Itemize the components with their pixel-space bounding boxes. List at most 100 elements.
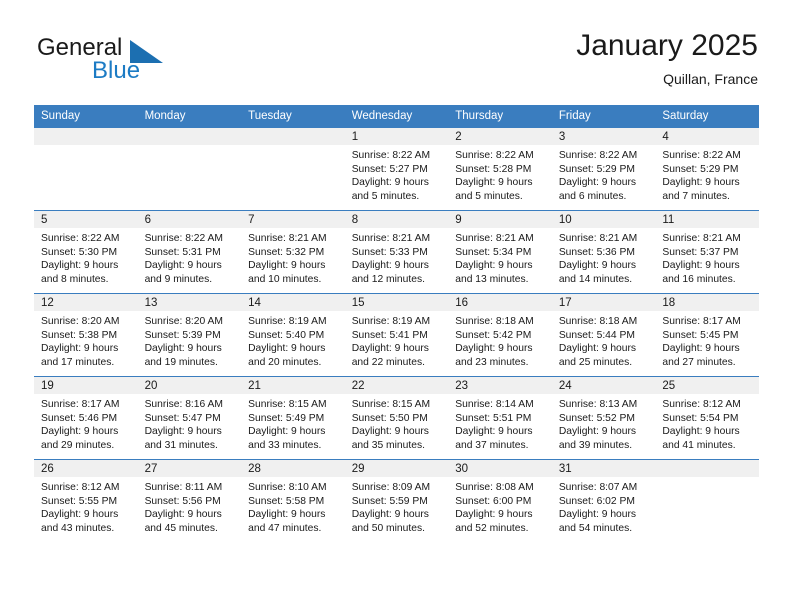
sunset-text: Sunset: 5:40 PM [248, 329, 325, 341]
calendar-day-cell[interactable]: 2 Sunrise: 8:22 AM Sunset: 5:28 PM Daylight… [448, 127, 552, 211]
calendar-day-cell[interactable]: 15 Sunrise: 8:19 AM Sunset: 5:41 PM Dayligh… [344, 293, 449, 377]
daylight-text: Daylight: 9 hours and 22 minutes. [351, 343, 429, 368]
day-number: 14 [241, 294, 345, 311]
day-number: 11 [655, 211, 759, 228]
calendar-day-cell[interactable]: 28 Sunrise: 8:10 AM Sunset: 5:58 PM Dayligh… [241, 459, 345, 542]
day-number: 3 [551, 128, 656, 145]
calendar-day-cell[interactable]: 31 Sunrise: 8:07 AM Sunset: 6:02 PM Dayligh… [551, 459, 656, 542]
calendar-day-cell[interactable]: 12 Sunrise: 8:20 AM Sunset: 5:38 PM Dayligh… [34, 293, 138, 377]
daylight-text: Daylight: 9 hours and 8 minutes. [41, 260, 119, 285]
sunrise-text: Sunrise: 8:22 AM [41, 233, 120, 244]
weekday-header: Sunday Monday Tuesday Wednesday Thursday Frid… [34, 105, 759, 128]
day-number: 8 [344, 211, 449, 228]
day-number: 5 [34, 211, 138, 228]
daylight-text: Daylight: 9 hours and 35 minutes. [351, 426, 429, 451]
day-details: Sunrise: 8:21 AM Sunset: 5:33 PM Daylight:… [345, 228, 449, 286]
sunrise-text: Sunrise: 8:22 AM [144, 233, 223, 244]
day-details: Sunrise: 8:18 AM Sunset: 5:44 PM Daylight:… [552, 311, 656, 369]
weekday-header-tuesday: Tuesday [241, 105, 345, 128]
sunset-text: Sunset: 5:28 PM [455, 163, 532, 175]
calendar-cell-empty [655, 459, 759, 542]
day-number: 13 [137, 294, 242, 311]
sunset-text: Sunset: 5:56 PM [144, 495, 221, 507]
sunrise-text: Sunrise: 8:18 AM [558, 316, 638, 327]
day-number-bar [34, 128, 138, 145]
sunset-text: Sunset: 5:44 PM [558, 329, 635, 341]
day-details: Sunrise: 8:20 AM Sunset: 5:38 PM Daylight:… [34, 311, 138, 369]
calendar-day-cell[interactable]: 24 Sunrise: 8:13 AM Sunset: 5:52 PM Dayligh… [551, 376, 656, 460]
sunrise-text: Sunrise: 8:17 AM [662, 316, 741, 327]
daylight-text: Daylight: 9 hours and 9 minutes. [144, 260, 222, 285]
calendar-day-cell[interactable]: 8 Sunrise: 8:21 AM Sunset: 5:33 PM Daylight… [344, 210, 449, 294]
daylight-text: Daylight: 9 hours and 7 minutes. [662, 177, 740, 202]
calendar-day-cell[interactable]: 16 Sunrise: 8:18 AM Sunset: 5:42 PM Dayligh… [448, 293, 552, 377]
calendar-cell-empty [241, 127, 345, 211]
calendar-day-cell[interactable]: 9 Sunrise: 8:21 AM Sunset: 5:34 PM Daylight… [448, 210, 552, 294]
sunset-text: Sunset: 5:49 PM [248, 412, 325, 424]
calendar-day-cell[interactable]: 7 Sunrise: 8:21 AM Sunset: 5:32 PM Daylight… [241, 210, 345, 294]
calendar-day-cell[interactable]: 20 Sunrise: 8:16 AM Sunset: 5:47 PM Dayligh… [137, 376, 242, 460]
calendar-page: General Blue January 2025 Quillan, Franc… [0, 0, 792, 612]
daylight-text: Daylight: 9 hours and 10 minutes. [248, 260, 326, 285]
calendar-day-cell[interactable]: 25 Sunrise: 8:12 AM Sunset: 5:54 PM Dayligh… [655, 376, 759, 460]
day-number: 15 [344, 294, 449, 311]
calendar-day-cell[interactable]: 19 Sunrise: 8:17 AM Sunset: 5:46 PM Dayligh… [34, 376, 138, 460]
day-details: Sunrise: 8:22 AM Sunset: 5:30 PM Daylight:… [34, 228, 138, 286]
calendar-day-cell[interactable]: 23 Sunrise: 8:14 AM Sunset: 5:51 PM Dayligh… [448, 376, 552, 460]
calendar-day-cell[interactable]: 22 Sunrise: 8:15 AM Sunset: 5:50 PM Dayligh… [344, 376, 449, 460]
sunset-text: Sunset: 5:58 PM [248, 495, 325, 507]
daylight-text: Daylight: 9 hours and 52 minutes. [455, 509, 533, 534]
calendar-day-cell[interactable]: 29 Sunrise: 8:09 AM Sunset: 5:59 PM Dayligh… [344, 459, 449, 542]
day-details: Sunrise: 8:12 AM Sunset: 5:54 PM Daylight:… [655, 394, 759, 452]
sunset-text: Sunset: 5:52 PM [558, 412, 635, 424]
calendar-day-cell[interactable]: 18 Sunrise: 8:17 AM Sunset: 5:45 PM Dayligh… [655, 293, 759, 377]
daylight-text: Daylight: 9 hours and 25 minutes. [558, 343, 637, 368]
calendar-day-cell[interactable]: 26 Sunrise: 8:12 AM Sunset: 5:55 PM Dayligh… [34, 459, 138, 542]
daylight-text: Daylight: 9 hours and 19 minutes. [144, 343, 222, 368]
calendar-day-cell[interactable]: 6 Sunrise: 8:22 AM Sunset: 5:31 PM Daylight… [137, 210, 242, 294]
calendar-day-cell[interactable]: 13 Sunrise: 8:20 AM Sunset: 5:39 PM Dayligh… [137, 293, 242, 377]
sunrise-text: Sunrise: 8:10 AM [248, 482, 327, 493]
daylight-text: Daylight: 9 hours and 39 minutes. [558, 426, 637, 451]
day-details: Sunrise: 8:21 AM Sunset: 5:37 PM Daylight:… [655, 228, 759, 286]
day-number-bar [137, 128, 242, 145]
sunrise-text: Sunrise: 8:21 AM [455, 233, 534, 244]
calendar-day-cell[interactable]: 5 Sunrise: 8:22 AM Sunset: 5:30 PM Daylight… [34, 210, 138, 294]
sunset-text: Sunset: 5:51 PM [455, 412, 532, 424]
brand-logo[interactable]: General Blue [34, 28, 274, 88]
day-details: Sunrise: 8:15 AM Sunset: 5:50 PM Daylight:… [345, 394, 449, 452]
sunrise-text: Sunrise: 8:17 AM [41, 399, 120, 410]
sunset-text: Sunset: 5:46 PM [41, 412, 118, 424]
calendar-cell-empty [137, 127, 242, 211]
weekday-header-monday: Monday [137, 105, 242, 128]
day-number: 4 [655, 128, 759, 145]
sunrise-text: Sunrise: 8:20 AM [41, 316, 120, 327]
calendar-body: 1 Sunrise: 8:22 AM Sunset: 5:27 PM Daylight… [34, 127, 759, 542]
sunrise-sunset-calendar: Sunday Monday Tuesday Wednesday Thursday Frid… [34, 105, 759, 542]
calendar-day-cell[interactable]: 3 Sunrise: 8:22 AM Sunset: 5:29 PM Daylight… [551, 127, 656, 211]
day-number: 1 [344, 128, 449, 145]
calendar-day-cell[interactable]: 17 Sunrise: 8:18 AM Sunset: 5:44 PM Dayligh… [551, 293, 656, 377]
day-number: 12 [34, 294, 138, 311]
calendar-day-cell[interactable]: 30 Sunrise: 8:08 AM Sunset: 6:00 PM Dayligh… [448, 459, 552, 542]
day-number: 21 [241, 377, 345, 394]
daylight-text: Daylight: 9 hours and 12 minutes. [351, 260, 429, 285]
page-title: January 2025 [576, 29, 758, 62]
weekday-header-saturday: Saturday [655, 105, 759, 128]
sunset-text: Sunset: 5:32 PM [248, 246, 325, 258]
day-details: Sunrise: 8:21 AM Sunset: 5:34 PM Daylight:… [448, 228, 552, 286]
daylight-text: Daylight: 9 hours and 41 minutes. [662, 426, 740, 451]
calendar-day-cell[interactable]: 11 Sunrise: 8:21 AM Sunset: 5:37 PM Dayligh… [655, 210, 759, 294]
day-number: 10 [551, 211, 656, 228]
calendar-day-cell[interactable]: 10 Sunrise: 8:21 AM Sunset: 5:36 PM Dayligh… [551, 210, 656, 294]
calendar-day-cell[interactable]: 14 Sunrise: 8:19 AM Sunset: 5:40 PM Dayligh… [241, 293, 345, 377]
calendar-day-cell[interactable]: 21 Sunrise: 8:15 AM Sunset: 5:49 PM Dayligh… [241, 376, 345, 460]
calendar-day-cell[interactable]: 4 Sunrise: 8:22 AM Sunset: 5:29 PM Daylight… [655, 127, 759, 211]
daylight-text: Daylight: 9 hours and 5 minutes. [351, 177, 429, 202]
sunset-text: Sunset: 5:41 PM [351, 329, 428, 341]
calendar-day-cell[interactable]: 1 Sunrise: 8:22 AM Sunset: 5:27 PM Daylight… [344, 127, 449, 211]
calendar-day-cell[interactable]: 27 Sunrise: 8:11 AM Sunset: 5:56 PM Dayligh… [137, 459, 242, 542]
sunrise-text: Sunrise: 8:21 AM [662, 233, 741, 244]
sunrise-text: Sunrise: 8:22 AM [558, 150, 638, 161]
day-details: Sunrise: 8:22 AM Sunset: 5:31 PM Daylight:… [138, 228, 242, 286]
